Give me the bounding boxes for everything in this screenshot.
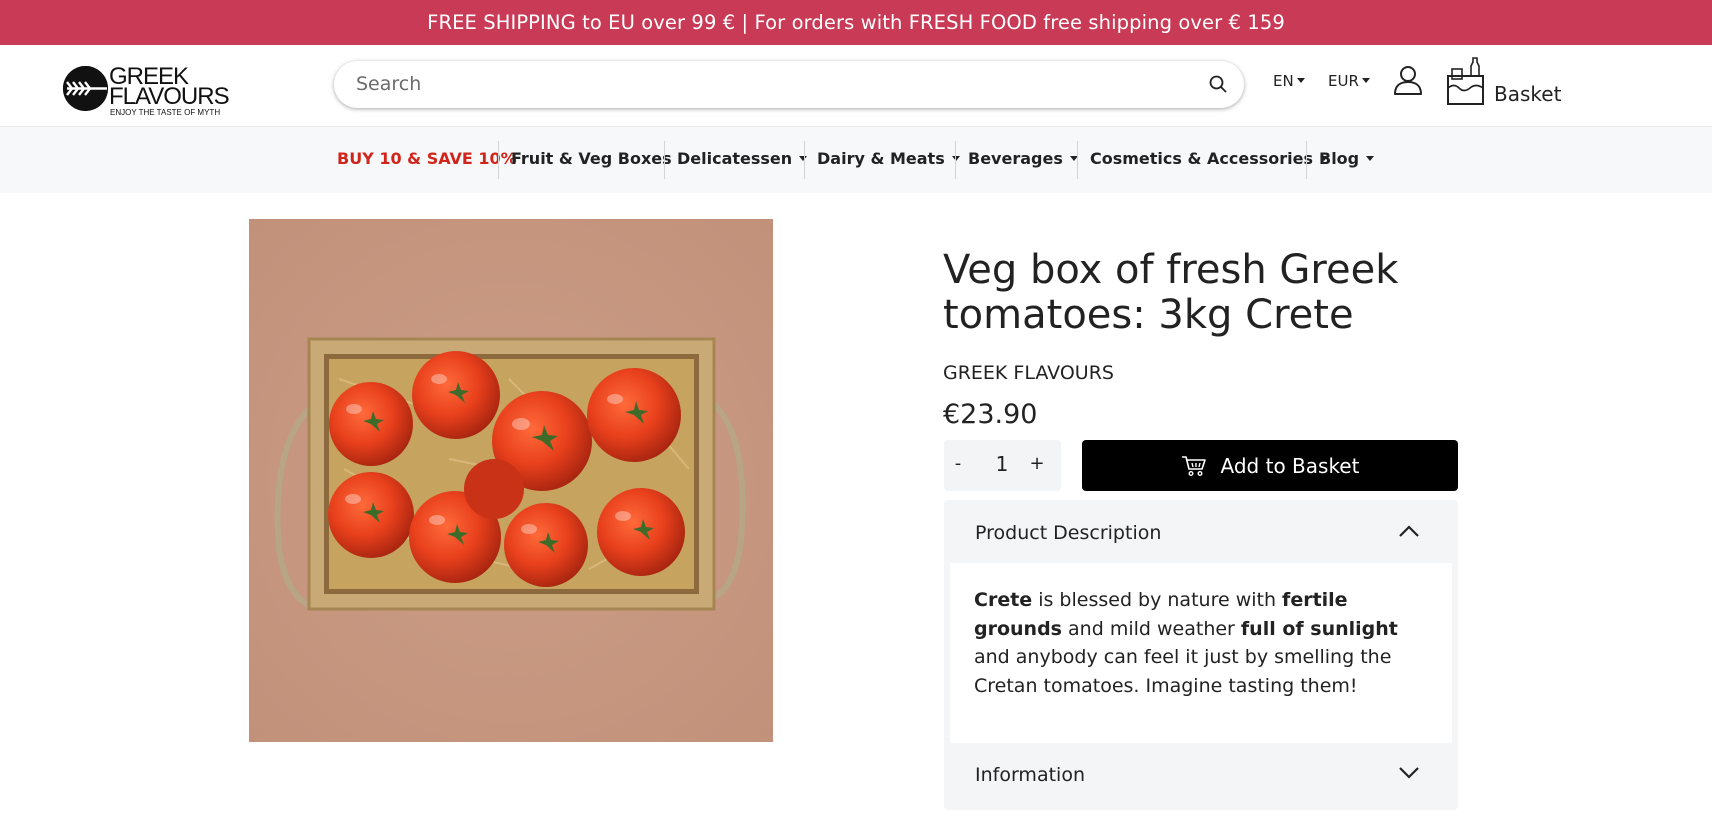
search-bar: [334, 61, 1244, 108]
description-segment: and anybody can feel it just by smelling…: [974, 646, 1392, 697]
chevron-down-icon: [1399, 767, 1419, 779]
announcement-bar: FREE SHIPPING to EU over 99 € | For orde…: [0, 0, 1712, 45]
product-accordion: Product Description Crete is blessed by …: [944, 500, 1458, 810]
logo-wordmark: GREEK FLAVOURS: [109, 65, 230, 110]
logo-line-2: FLAVOURS: [109, 83, 230, 110]
product-brand[interactable]: GREEK FLAVOURS: [943, 362, 1114, 384]
nav-item-label: Beverages: [968, 149, 1063, 168]
chevron-down-icon: [1296, 78, 1305, 83]
product-title: Veg box of fresh Greek tomatoes: 3kg Cre…: [943, 247, 1399, 338]
search-icon[interactable]: [1208, 74, 1228, 94]
currency-label: EUR: [1328, 72, 1359, 90]
product-description-text: Crete is blessed by nature with fertile …: [974, 586, 1414, 700]
nav-item-dairy-meats[interactable]: Dairy & Meats: [817, 149, 960, 168]
nav-item-beverages[interactable]: Beverages: [968, 149, 1078, 168]
site-logo[interactable]: GREEK FLAVOURS ENJOY THE TASTE OF MYTH: [63, 55, 233, 117]
product-image[interactable]: [249, 219, 773, 742]
description-segment: Crete: [974, 589, 1033, 611]
tomato-crate-illustration: [249, 219, 773, 742]
search-input[interactable]: [356, 70, 1176, 98]
nav-item-blog[interactable]: Blog: [1319, 149, 1375, 168]
product-description-title: Product Description: [975, 522, 1162, 544]
language-label: EN: [1273, 72, 1294, 90]
information-header[interactable]: Information: [944, 742, 1458, 804]
shopping-bag-icon[interactable]: [1446, 56, 1486, 106]
nav-item-buy-10-save[interactable]: BUY 10 & SAVE 10%: [337, 149, 517, 168]
nav-item-label: Blog: [1319, 149, 1360, 168]
information-title: Information: [975, 764, 1085, 786]
quantity-increase-button[interactable]: +: [1025, 453, 1049, 474]
logo-mark-icon: [63, 66, 108, 111]
product-price: €23.90: [943, 399, 1038, 430]
logo-tagline: ENJOY THE TASTE OF MYTH: [110, 108, 221, 117]
description-segment: is blessed by nature with: [1032, 589, 1283, 611]
nav-divider: [1306, 141, 1307, 179]
nav-divider: [664, 141, 665, 179]
nav-item-label: BUY 10 & SAVE 10%: [337, 149, 517, 168]
description-segment: full of sunlight: [1240, 617, 1398, 640]
add-to-basket-label: Add to Basket: [1220, 453, 1360, 478]
cart-icon: [1181, 455, 1206, 476]
product-description-body: Crete is blessed by nature with fertile …: [950, 563, 1452, 743]
quantity-decrease-button[interactable]: -: [946, 453, 970, 474]
nav-item-label: Cosmetics & Accessories: [1090, 149, 1314, 168]
nav-item-cosmetics-accessories[interactable]: Cosmetics & Accessories: [1090, 149, 1329, 168]
language-selector[interactable]: EN: [1273, 72, 1305, 90]
nav-item-label: Fruit & Veg Boxes: [511, 149, 672, 168]
user-icon[interactable]: [1393, 64, 1423, 96]
basket-label[interactable]: Basket: [1494, 82, 1561, 106]
chevron-down-icon: [1366, 156, 1375, 161]
nav-item-label: Dairy & Meats: [817, 149, 945, 168]
main-nav: BUY 10 & SAVE 10% Fruit & Veg Boxes Deli…: [0, 127, 1712, 193]
chevron-down-icon: [1361, 78, 1370, 83]
nav-divider: [955, 141, 956, 179]
nav-item-label: Delicatessen: [677, 149, 793, 168]
announcement-text: FREE SHIPPING to EU over 99 € | For orde…: [427, 11, 1285, 34]
nav-divider: [498, 141, 499, 179]
currency-selector[interactable]: EUR: [1328, 72, 1370, 90]
product-description-header[interactable]: Product Description: [944, 500, 1458, 562]
description-segment: and mild weather: [1062, 617, 1241, 640]
quantity-value[interactable]: 1: [982, 452, 1022, 476]
nav-item-fruit-veg-boxes[interactable]: Fruit & Veg Boxes: [511, 149, 672, 168]
nav-item-delicatessen[interactable]: Delicatessen: [677, 149, 808, 168]
site-header: GREEK FLAVOURS ENJOY THE TASTE OF MYTH E…: [0, 45, 1712, 127]
nav-divider: [804, 141, 805, 179]
nav-divider: [1077, 141, 1078, 179]
quantity-stepper: - 1 +: [944, 440, 1061, 491]
chevron-up-icon: [1399, 525, 1419, 537]
add-to-basket-button[interactable]: Add to Basket: [1082, 440, 1458, 491]
